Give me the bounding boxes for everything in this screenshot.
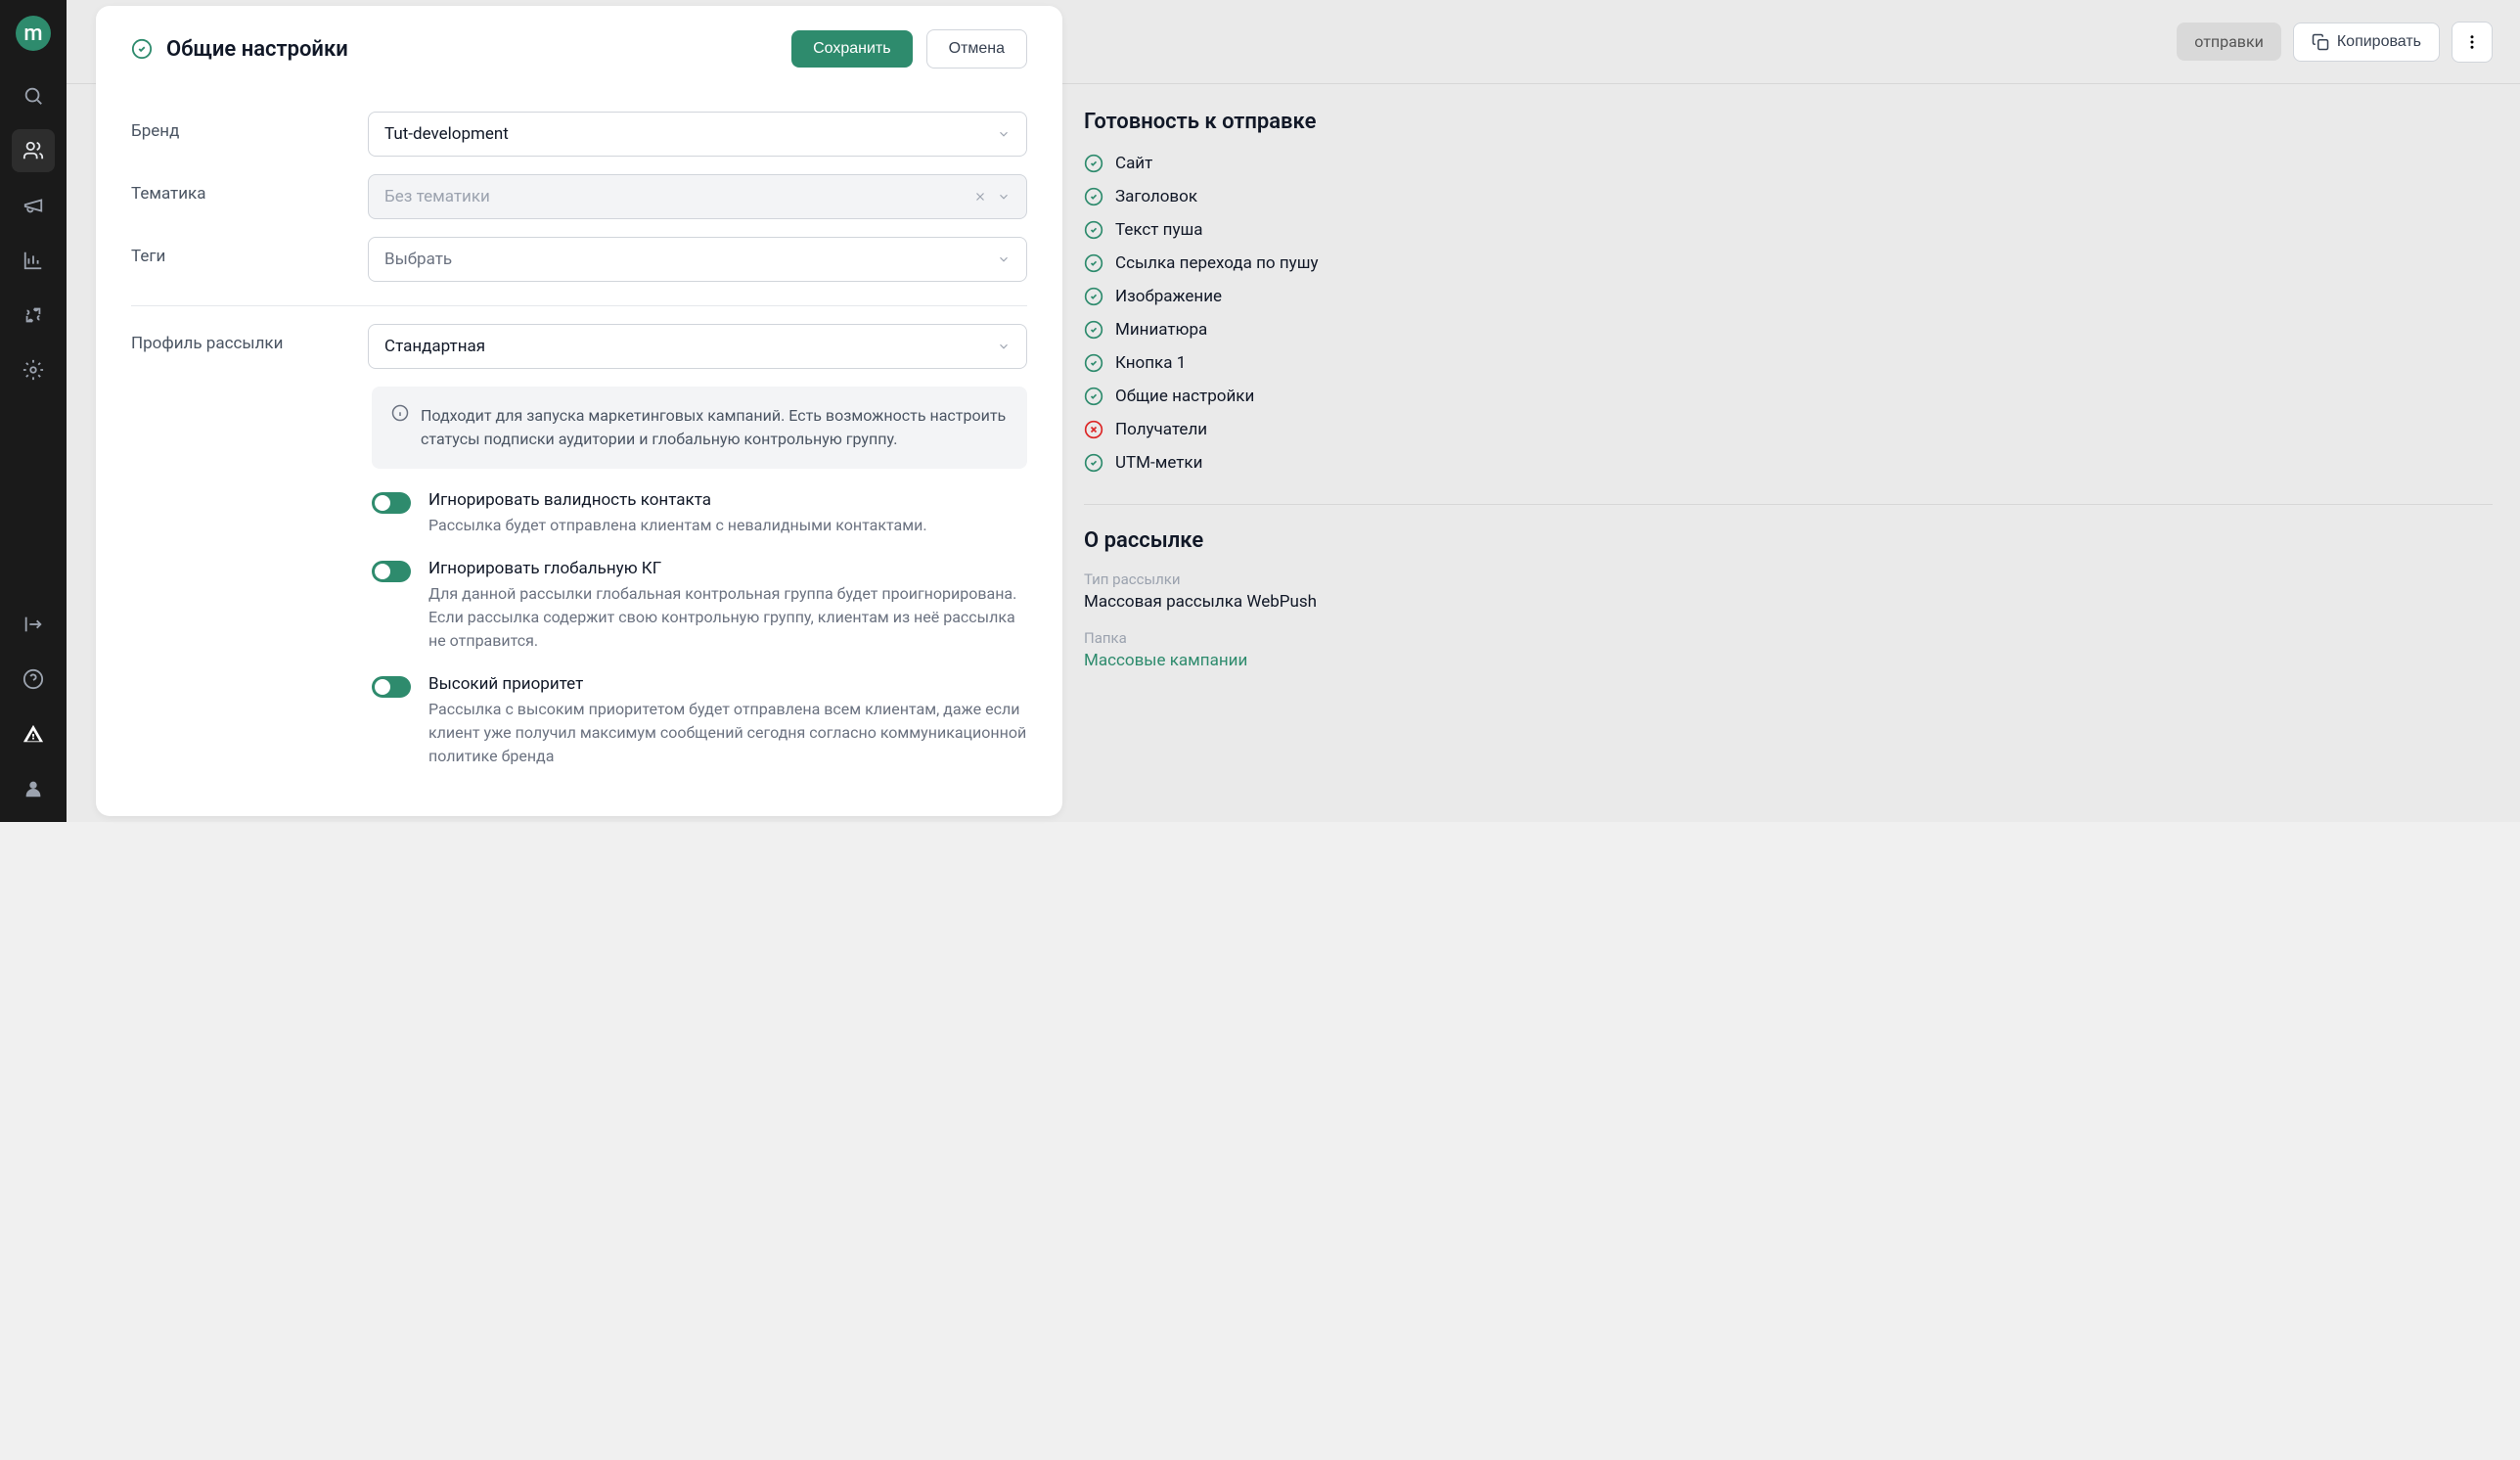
toggle-switch[interactable] — [372, 676, 411, 698]
tags-select[interactable]: Выбрать — [368, 237, 1027, 282]
readiness-item[interactable]: Общие настройки — [1084, 387, 2493, 406]
theme-select[interactable]: Без тематики — [368, 174, 1027, 219]
warning-icon[interactable] — [12, 712, 55, 755]
check-circle-icon — [1084, 154, 1103, 173]
user-icon[interactable] — [12, 767, 55, 810]
puzzle-icon[interactable] — [12, 294, 55, 337]
readiness-label: Текст пуша — [1115, 220, 1203, 240]
profile-value: Стандартная — [384, 337, 485, 356]
check-circle-icon — [131, 38, 153, 60]
check-circle-icon — [1084, 220, 1103, 240]
folder-label: Папка — [1084, 629, 2493, 647]
users-icon[interactable] — [12, 129, 55, 172]
chevron-down-icon — [997, 340, 1011, 353]
more-vertical-icon — [2463, 33, 2481, 51]
panel-body: Бренд Tut-development Тематика Без темат… — [96, 86, 1062, 816]
aside: Готовность к отправке Сайт Заголовок Текст… — [1084, 98, 2493, 682]
more-button[interactable] — [2452, 22, 2493, 63]
about-title: О рассылке — [1084, 528, 2493, 553]
logo: m — [16, 16, 51, 51]
sidebar: m — [0, 0, 67, 822]
logout-icon[interactable] — [12, 603, 55, 646]
toggle-switch[interactable] — [372, 492, 411, 514]
gear-icon[interactable] — [12, 348, 55, 391]
error-circle-icon — [1084, 420, 1103, 439]
readiness-item[interactable]: Получатели — [1084, 420, 2493, 439]
brand-value: Tut-development — [384, 124, 509, 144]
readiness-label: Миниатюра — [1115, 320, 1207, 340]
info-text: Подходит для запуска маркетинговых кампа… — [421, 404, 1008, 451]
toggle-title: Игнорировать валидность контакта — [428, 490, 1027, 510]
copy-icon — [2312, 33, 2329, 51]
divider — [131, 305, 1027, 306]
panel-title: Общие настройки — [166, 37, 778, 62]
readiness-item[interactable]: Изображение — [1084, 287, 2493, 306]
check-circle-icon — [1084, 353, 1103, 373]
tags-label: Теги — [131, 237, 356, 266]
toggle-row: Игнорировать валидность контакта Рассылк… — [372, 490, 1027, 537]
readiness-item[interactable]: UTM-метки — [1084, 453, 2493, 473]
readiness-label: Ссылка перехода по пушу — [1115, 253, 1319, 273]
readiness-list: Сайт Заголовок Текст пуша Ссылка перехода п… — [1084, 154, 2493, 473]
toggle-row: Игнорировать глобальную КГ Для данной ра… — [372, 559, 1027, 653]
check-circle-icon — [1084, 320, 1103, 340]
main: отправки Копировать Готовность к отправк… — [67, 0, 2520, 822]
readiness-label: Изображение — [1115, 287, 1222, 306]
readiness-label: Получатели — [1115, 420, 1207, 439]
copy-label: Копировать — [2337, 33, 2421, 51]
megaphone-icon[interactable] — [12, 184, 55, 227]
topbar-tab[interactable]: отправки — [2177, 23, 2281, 61]
folder-link[interactable]: Массовые кампании — [1084, 651, 2493, 670]
brand-label: Бренд — [131, 112, 356, 141]
type-value: Массовая рассылка WebPush — [1084, 592, 2493, 612]
chevron-down-icon — [997, 252, 1011, 266]
copy-button[interactable]: Копировать — [2293, 23, 2440, 62]
chart-icon[interactable] — [12, 239, 55, 282]
panel-header: Общие настройки Сохранить Отмена — [96, 6, 1062, 86]
check-circle-icon — [1084, 387, 1103, 406]
profile-select[interactable]: Стандартная — [368, 324, 1027, 369]
toggle-desc: Для данной рассылки глобальная контрольн… — [428, 582, 1027, 653]
check-circle-icon — [1084, 453, 1103, 473]
readiness-label: Общие настройки — [1115, 387, 1254, 406]
tags-placeholder: Выбрать — [384, 250, 452, 269]
clear-icon[interactable] — [973, 190, 987, 204]
toggle-title: Высокий приоритет — [428, 674, 1027, 694]
profile-label: Профиль рассылки — [131, 324, 356, 353]
check-circle-icon — [1084, 287, 1103, 306]
brand-select[interactable]: Tut-development — [368, 112, 1027, 157]
info-box: Подходит для запуска маркетинговых кампа… — [372, 387, 1027, 469]
theme-label: Тематика — [131, 174, 356, 204]
settings-panel: Общие настройки Сохранить Отмена Бренд T… — [96, 6, 1062, 816]
help-icon[interactable] — [12, 658, 55, 701]
type-label: Тип рассылки — [1084, 570, 2493, 588]
readiness-item[interactable]: Заголовок — [1084, 187, 2493, 206]
theme-value: Без тематики — [384, 187, 490, 206]
toggle-row: Высокий приоритет Рассылка с высоким при… — [372, 674, 1027, 768]
readiness-item[interactable]: Миниатюра — [1084, 320, 2493, 340]
toggle-switch[interactable] — [372, 561, 411, 582]
chevron-down-icon — [997, 190, 1011, 204]
readiness-title: Готовность к отправке — [1084, 110, 2493, 134]
toggle-desc: Рассылка будет отправлена клиентам с нев… — [428, 514, 1027, 537]
info-icon — [391, 404, 409, 422]
readiness-item[interactable]: Текст пуша — [1084, 220, 2493, 240]
readiness-label: Заголовок — [1115, 187, 1197, 206]
cancel-button[interactable]: Отмена — [926, 29, 1027, 68]
readiness-label: Сайт — [1115, 154, 1152, 173]
chevron-down-icon — [997, 127, 1011, 141]
readiness-label: Кнопка 1 — [1115, 353, 1186, 373]
divider — [1084, 504, 2493, 505]
check-circle-icon — [1084, 253, 1103, 273]
search-icon[interactable] — [12, 74, 55, 117]
readiness-label: UTM-метки — [1115, 453, 1202, 473]
check-circle-icon — [1084, 187, 1103, 206]
toggle-desc: Рассылка с высоким приоритетом будет отп… — [428, 698, 1027, 768]
readiness-item[interactable]: Сайт — [1084, 154, 2493, 173]
toggle-title: Игнорировать глобальную КГ — [428, 559, 1027, 578]
readiness-item[interactable]: Ссылка перехода по пушу — [1084, 253, 2493, 273]
readiness-item[interactable]: Кнопка 1 — [1084, 353, 2493, 373]
save-button[interactable]: Сохранить — [791, 30, 913, 68]
